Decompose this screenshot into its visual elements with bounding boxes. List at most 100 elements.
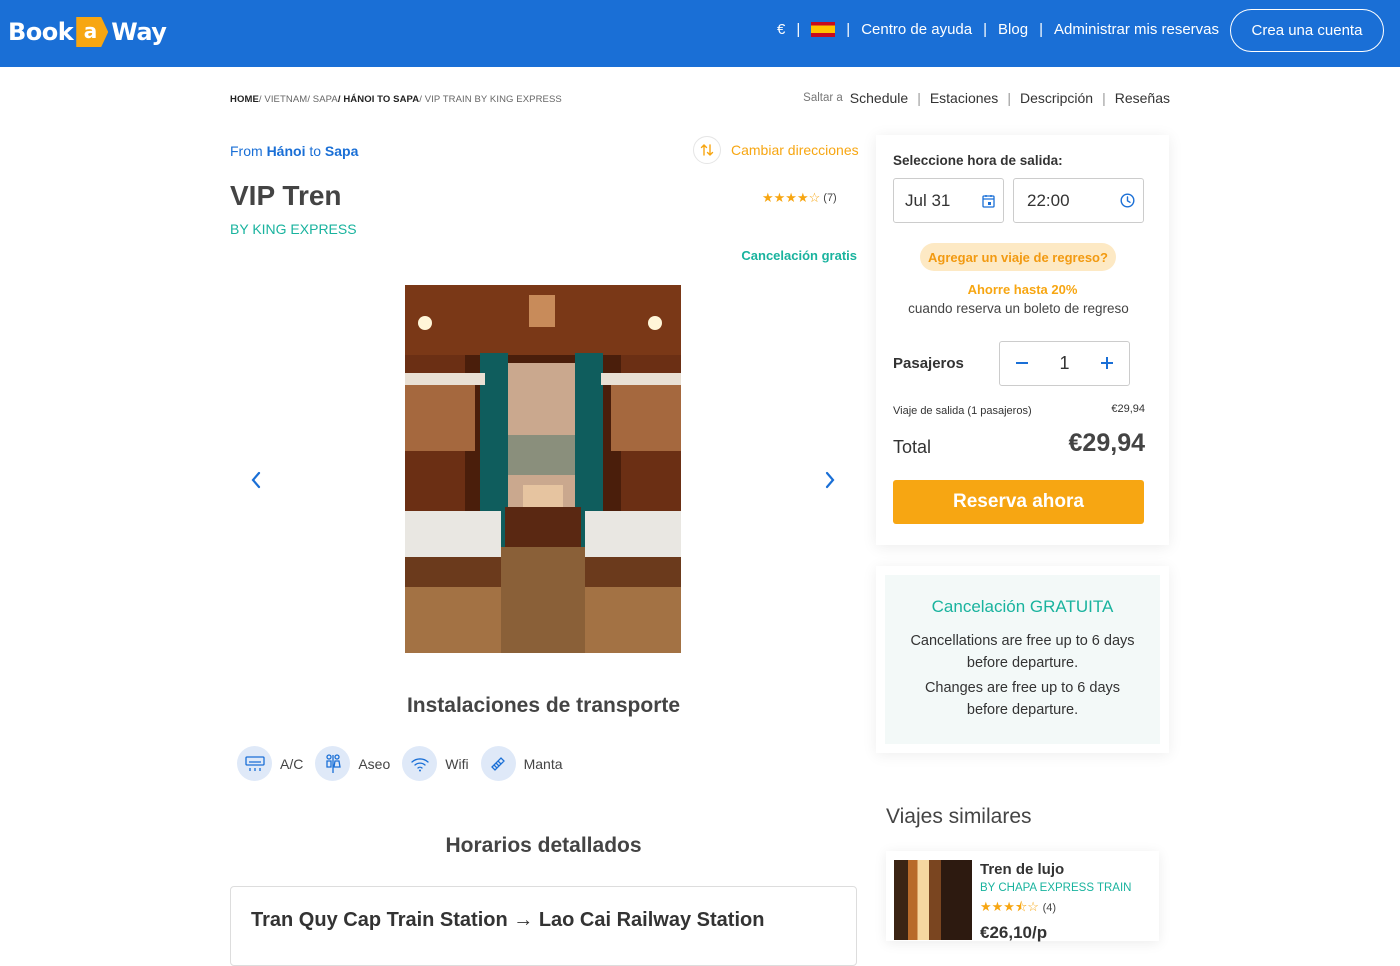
toilet-icon [315,746,351,781]
savings-promo: Ahorre hasta 20% [967,282,1078,297]
jump-to-label: Saltar a [803,92,843,104]
booking-widget: Seleccione hora de salida: Jul 31 22:00 … [876,135,1169,545]
rating-stars[interactable]: ★★★★☆ (7) [762,190,837,206]
reserve-now-button[interactable]: Reserva ahora [893,480,1144,524]
add-return-trip-button[interactable]: Agregar un viaje de regreso? [920,243,1116,271]
schedule-heading: Horarios detallados [445,834,642,857]
breadcrumb-home[interactable]: HOME [230,94,259,105]
minus-icon[interactable] [1014,352,1030,376]
facility-label: A/C [280,755,304,772]
ac-icon [237,746,272,781]
cancellation-text: Cancellations are free up to 6 days befo… [910,633,1135,671]
facilities-heading: Instalaciones de transporte [406,694,681,717]
cancellation-policy-card: Cancelación GRATUITA Cancellations are f… [876,566,1169,753]
passengers-label: Pasajeros [893,355,964,372]
breadcrumb-current: / VIP TRAIN BY KING EXPRESS [419,94,562,105]
facilities-list: A/C Aseo Wifi Manta [237,746,575,781]
train-cabin-photo[interactable] [405,285,681,653]
header-nav: € | | Centro de ayuda | Blog | Administr… [777,21,1219,38]
similar-trip-rating: ★★★⯪☆ (4) [980,898,1056,920]
jump-separator: | [917,90,921,106]
jump-separator: | [1007,90,1011,106]
swap-icon [693,136,721,164]
blog-link[interactable]: Blog [998,21,1028,38]
create-account-button[interactable]: Crea una cuenta [1230,9,1384,52]
currency-selector[interactable]: € [777,21,785,38]
similar-trip-name: Tren de lujo [980,861,1065,878]
jump-stations-link[interactable]: Estaciones [930,90,998,106]
facility-toilet: Aseo [315,746,390,781]
star-rating-icons: ★★★★☆ [762,190,821,205]
clock-icon [1120,193,1135,213]
cancellation-policy-body: Cancelación GRATUITA Cancellations are f… [885,575,1160,744]
jump-schedule-link[interactable]: Schedule [850,90,908,106]
to-word: to [309,143,322,159]
page-title: VIP Tren [230,180,342,211]
plus-icon[interactable] [1099,352,1115,376]
from-word: From [230,143,263,159]
facility-label: Aseo [358,755,391,772]
jump-reviews-link[interactable]: Reseñas [1115,90,1170,106]
departure-date-field[interactable]: Jul 31 [893,178,1004,223]
outbound-trip-price: €29,94 [1111,403,1145,415]
carousel-prev-icon[interactable] [250,470,262,496]
departure-time-value: 22:00 [1027,190,1070,210]
bookaway-logo[interactable]: Book a Way [8,16,167,48]
similar-trip-operator: BY CHAPA EXPRESS TRAIN [980,882,1132,894]
changes-text: Changes are free up to 6 days before dep… [924,680,1121,718]
carousel-next-icon[interactable] [824,470,836,496]
total-price: €29,94 [1068,429,1145,457]
breadcrumb: HOME/ VIETNAM/ SAPA/ HÁNOI TO SAPA/ VIP … [230,94,562,105]
route-from-to: From Hánoi to Sapa [230,143,358,159]
schedule-route: Tran Quy Cap Train Station → Lao Cai Rai… [251,909,765,931]
jump-separator: | [1102,90,1106,106]
similar-trip-rating-count: (4) [1042,902,1057,914]
logo-text-book: Book [8,18,74,46]
logo-text-way: Way [111,18,167,46]
breadcrumb-vietnam[interactable]: / VIETNAM [259,94,307,105]
help-center-link[interactable]: Centro de ayuda [861,21,972,38]
wifi-icon [402,746,438,781]
departure-date-value: Jul 31 [905,190,951,210]
swap-directions-button[interactable]: Cambiar direcciones [693,136,859,164]
jump-to-nav: Saltar a Schedule | Estaciones | Descrip… [803,90,1170,106]
manage-bookings-link[interactable]: Administrar mis reservas [1054,21,1219,38]
swap-directions-label: Cambiar direcciones [731,142,859,158]
operator-name[interactable]: BY KING EXPRESS [230,221,357,237]
calendar-icon [982,193,995,213]
nav-separator: | [846,21,851,38]
breadcrumb-route[interactable]: / HÁNOI TO SAPA [338,94,419,105]
logo-arrow-icon: a [76,17,109,47]
facility-label: Manta [523,755,563,772]
free-cancellation-badge: Cancelación gratis [741,248,857,263]
facility-blanket: Manta [480,746,563,781]
cancellation-heading: Cancelación GRATUITA [931,597,1114,616]
top-navigation-bar: Book a Way € | | Centro de ayuda | Blog … [0,0,1400,67]
similar-trip-price: €26,10/p [980,923,1048,942]
nav-separator: | [983,21,988,38]
savings-promo-detail: cuando reserva un boleto de regreso [908,301,1129,316]
departure-time-label: Seleccione hora de salida: [893,153,1063,168]
from-city[interactable]: Hánoi [267,143,306,159]
departure-time-field[interactable]: 22:00 [1013,178,1144,223]
passengers-stepper: 1 [999,341,1130,386]
rating-count: (7) [823,192,837,204]
facility-label: Wifi [445,755,469,772]
breadcrumb-sapa[interactable]: / SAPA [307,94,338,105]
similar-trips-heading: Viajes similares [886,805,1032,828]
schedule-card: Tran Quy Cap Train Station → Lao Cai Rai… [230,886,857,966]
facility-wifi: Wifi [402,746,469,781]
blanket-icon [480,746,516,781]
facility-ac: A/C [237,746,303,781]
nav-separator: | [796,21,801,38]
nav-separator: | [1039,21,1043,38]
total-label: Total [893,437,932,457]
outbound-trip-label: Viaje de salida (1 pasajeros) [893,405,1032,417]
spain-flag-icon[interactable] [811,22,836,37]
similar-trip-card[interactable]: Tren de lujo BY CHAPA EXPRESS TRAIN ★★★⯪… [886,851,1159,942]
to-city[interactable]: Sapa [325,143,358,159]
passengers-count: 1 [1059,353,1070,373]
similar-trip-photo [894,860,972,940]
jump-description-link[interactable]: Descripción [1020,90,1093,106]
star-rating-icons: ★★★⯪☆ [980,899,1039,914]
